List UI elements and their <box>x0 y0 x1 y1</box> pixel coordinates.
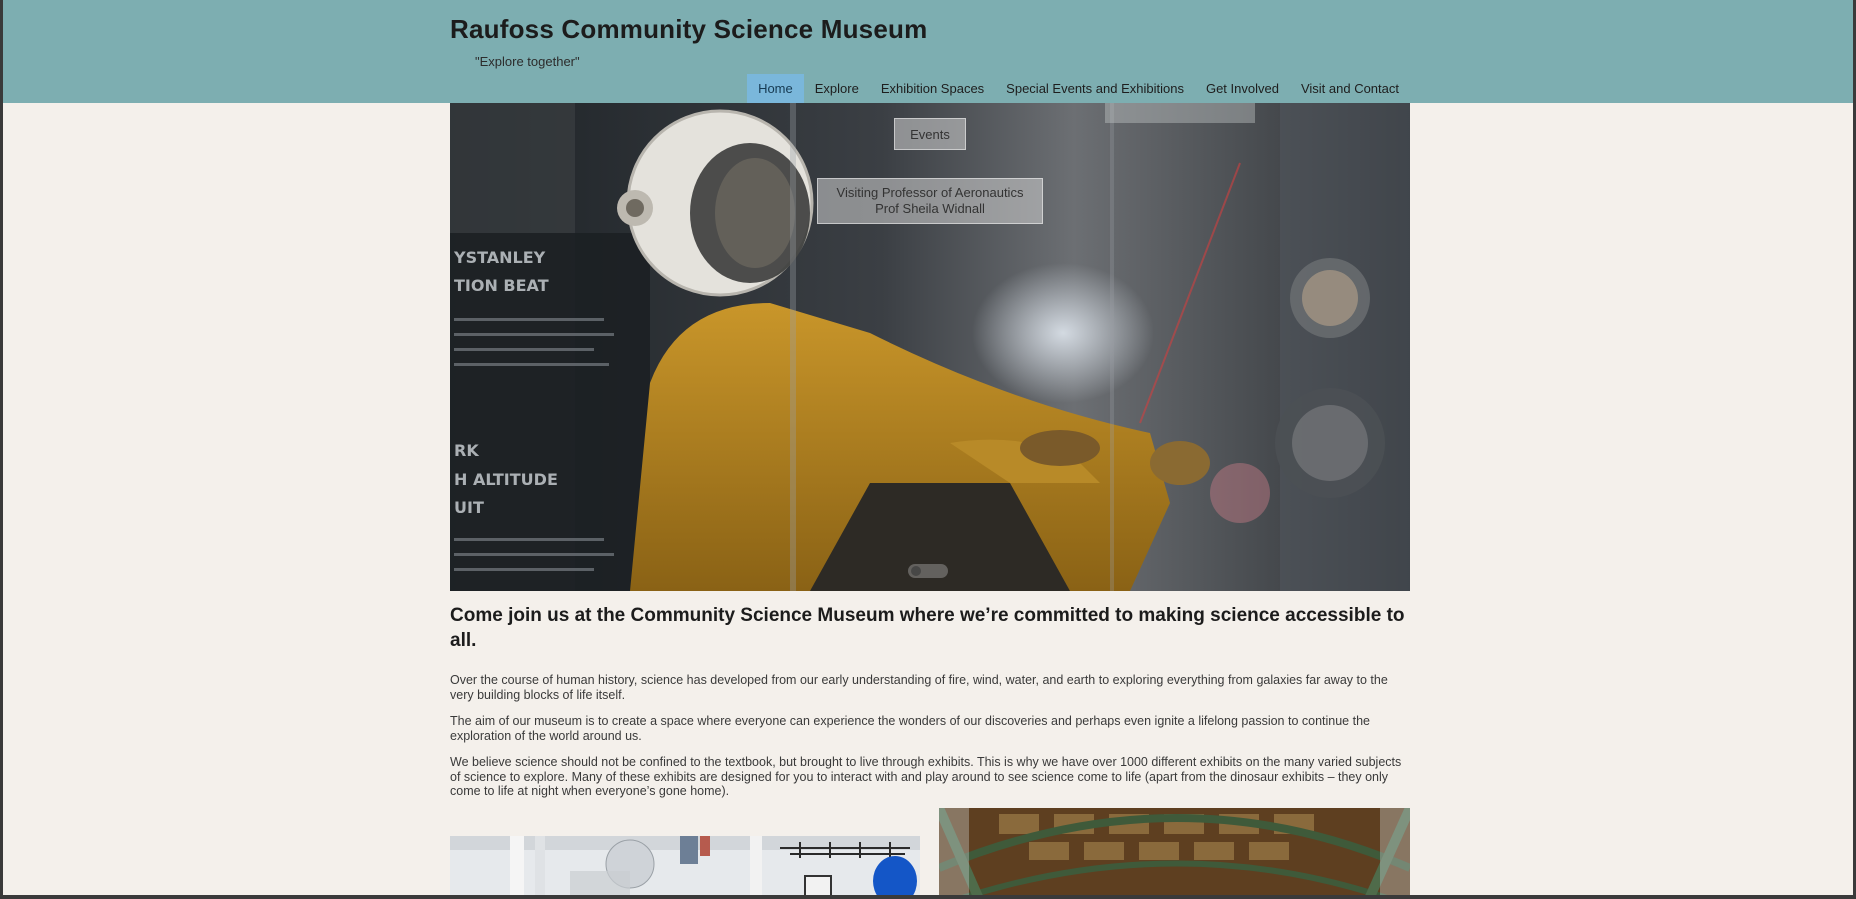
hero-slideshow[interactable]: YSTANLEY TION BEAT RK H ALTITUDE UIT Eve… <box>450 103 1410 591</box>
site-title[interactable]: Raufoss Community Science Museum <box>450 14 927 45</box>
gallery-image-hall[interactable] <box>939 808 1410 899</box>
slideshow-pager[interactable] <box>908 564 948 578</box>
hero-caption-line2: Prof Sheila Widnall <box>875 201 985 216</box>
hero-astronaut-image: YSTANLEY TION BEAT RK H ALTITUDE UIT <box>450 103 1410 591</box>
nav-explore[interactable]: Explore <box>804 74 870 103</box>
site-tagline: "Explore together" <box>475 54 580 69</box>
svg-text:YSTANLEY: YSTANLEY <box>453 248 546 267</box>
nav-special-events[interactable]: Special Events and Exhibitions <box>995 74 1195 103</box>
intro-paragraph-2: The aim of our museum is to create a spa… <box>450 714 1370 743</box>
svg-text:UIT: UIT <box>454 498 484 517</box>
intro-paragraph-3: We believe science should not be confine… <box>450 755 1402 798</box>
svg-text:RK: RK <box>454 441 479 460</box>
site-header: Raufoss Community Science Museum "Explor… <box>0 0 1856 103</box>
hero-events-badge[interactable]: Events <box>894 118 966 150</box>
svg-text:H ALTITUDE: H ALTITUDE <box>454 470 558 489</box>
svg-text:TION BEAT: TION BEAT <box>454 276 549 295</box>
slideshow-dot-icon[interactable] <box>911 566 921 576</box>
nav-visit-contact[interactable]: Visit and Contact <box>1290 74 1410 103</box>
nav-exhibition-spaces[interactable]: Exhibition Spaces <box>870 74 995 103</box>
nav-home[interactable]: Home <box>747 74 804 103</box>
nav-get-involved[interactable]: Get Involved <box>1195 74 1290 103</box>
main-content: Come join us at the Community Science Mu… <box>450 603 1410 811</box>
intro-paragraph-1: Over the course of human history, scienc… <box>450 673 1388 702</box>
hero-caption-line1: Visiting Professor of Aeronautics <box>836 185 1024 200</box>
gallery-image-interior[interactable] <box>450 836 920 899</box>
main-nav: Home Explore Exhibition Spaces Special E… <box>747 74 1410 103</box>
hero-caption: Visiting Professor of Aeronautics Prof S… <box>817 178 1043 224</box>
hall-ceiling-photo <box>939 808 1410 899</box>
intro-heading: Come join us at the Community Science Mu… <box>450 605 1405 651</box>
interior-photo <box>450 836 920 899</box>
